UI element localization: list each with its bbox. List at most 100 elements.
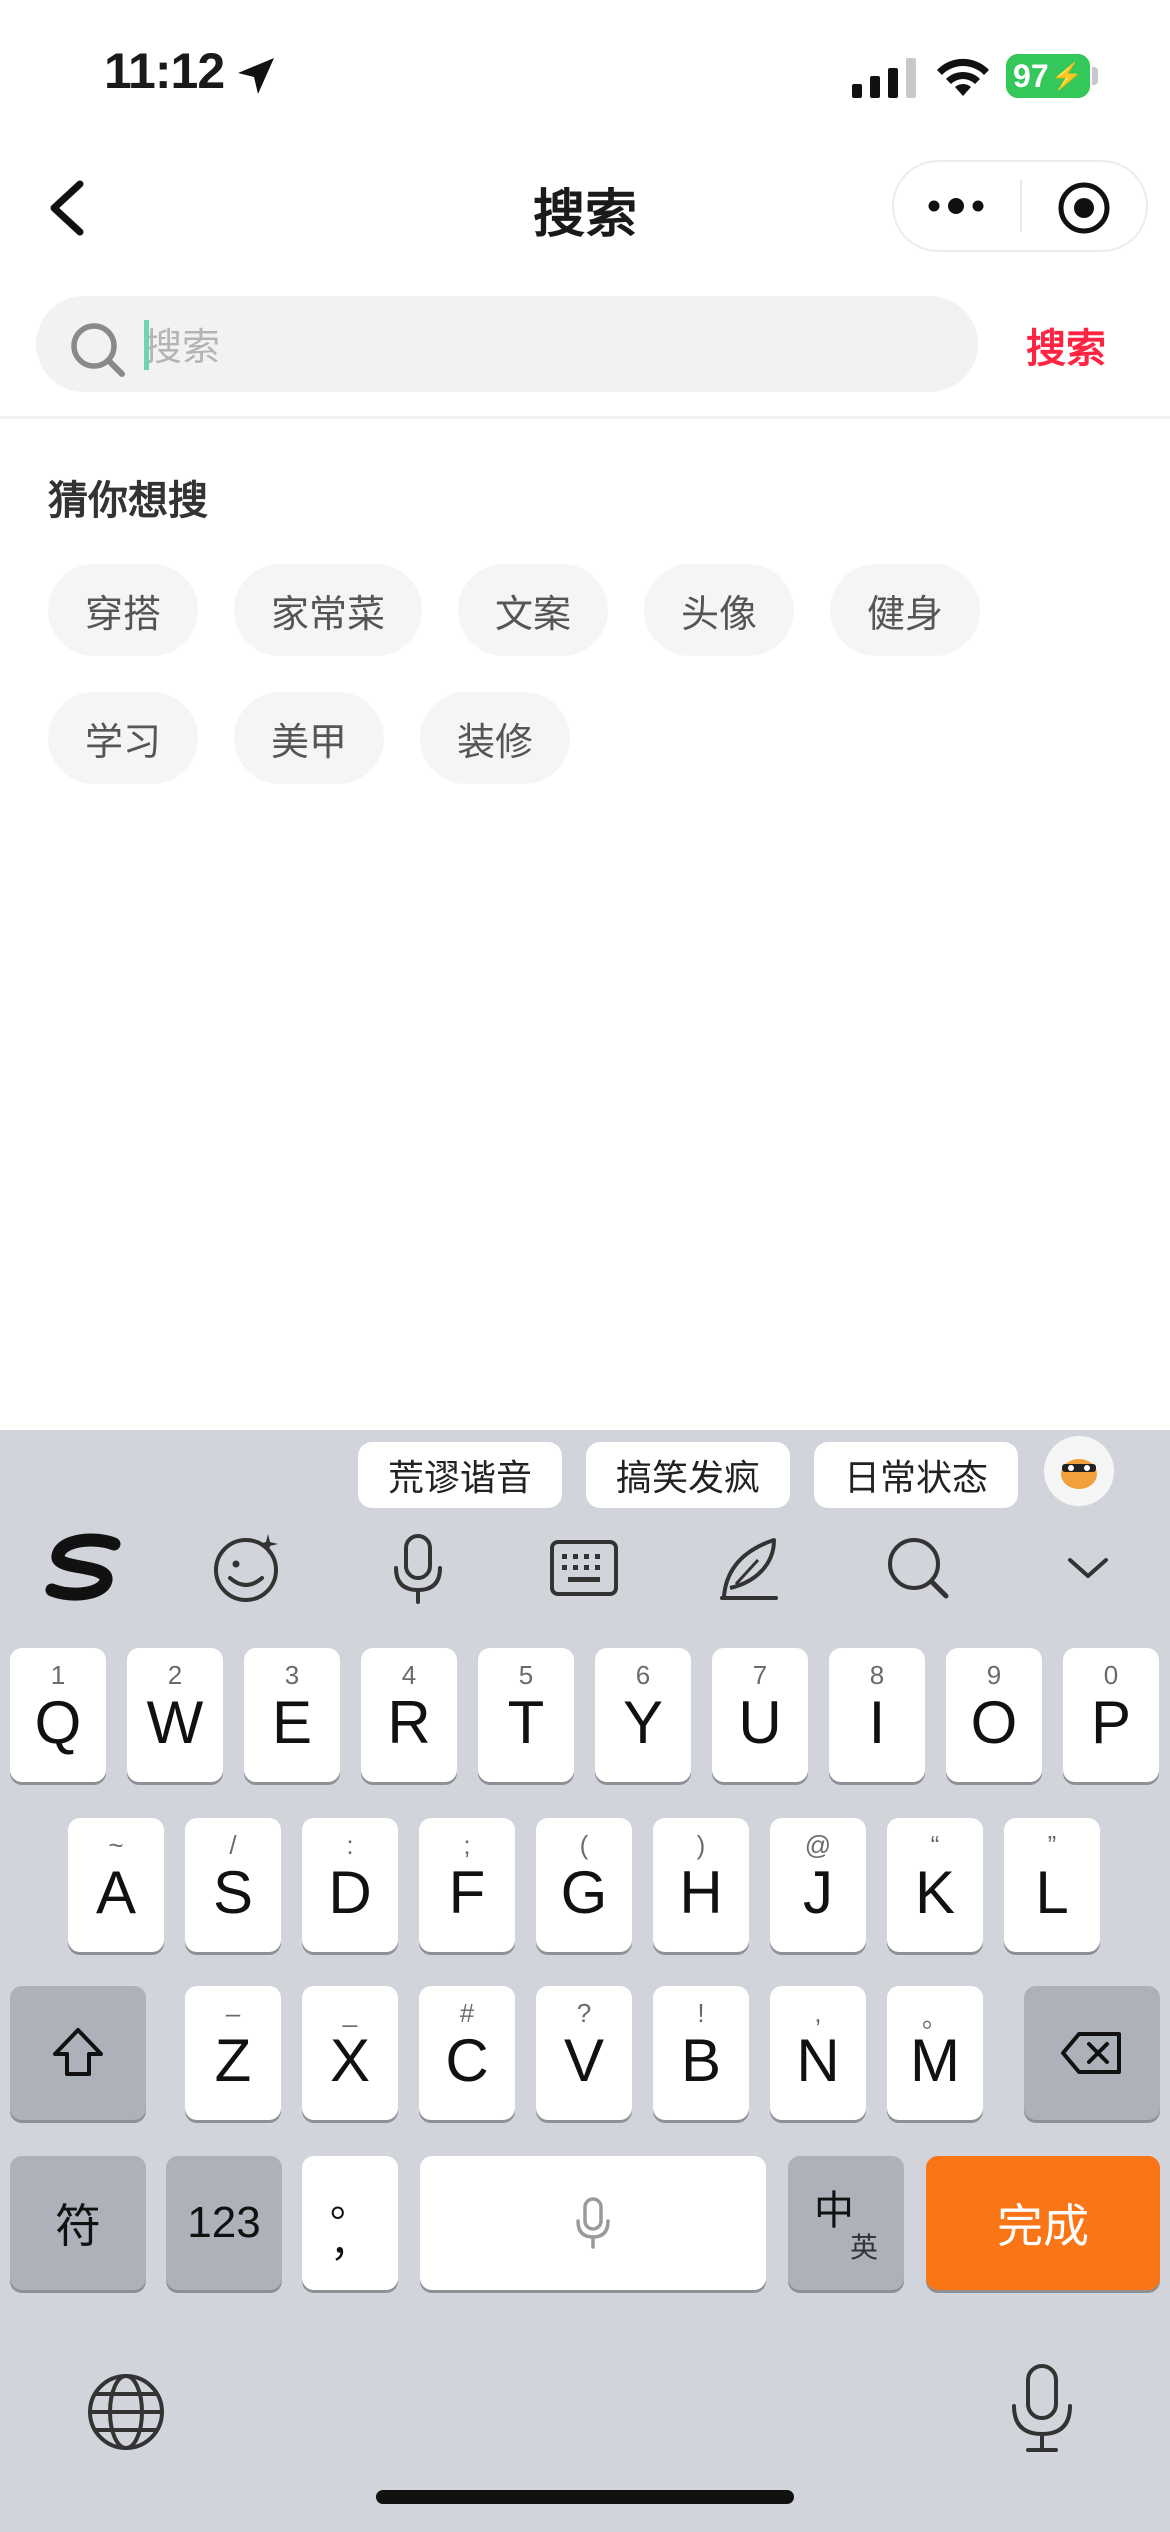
key-label: E — [271, 1688, 313, 1756]
key-p[interactable]: 0P — [1063, 1648, 1159, 1782]
number-key[interactable]: 123 — [166, 2156, 282, 2290]
key-label: H — [679, 1858, 723, 1926]
key-label: Z — [214, 2026, 252, 2094]
key-x[interactable]: _ X — [302, 1986, 398, 2120]
key-label: T — [507, 1688, 545, 1756]
key-m[interactable]: 。 M — [887, 1986, 983, 2120]
key-hint: ! — [697, 1998, 705, 2028]
key-label: B — [680, 2026, 722, 2094]
key-hint: 。 — [921, 2003, 948, 2033]
more-dots-icon[interactable] — [924, 190, 988, 222]
key-hint: 5 — [518, 1660, 534, 1690]
shift-arrow-icon — [53, 2028, 103, 2076]
suggestion-chip[interactable]: 家常菜 — [234, 564, 422, 656]
key-o[interactable]: 9O — [946, 1648, 1042, 1782]
sogou-logo-icon[interactable] — [44, 1530, 124, 1606]
key-l[interactable]: ” L — [1004, 1818, 1100, 1952]
status-time: 11:12 — [104, 43, 225, 99]
key-c[interactable]: # C — [419, 1986, 515, 2120]
key-label: C — [445, 2026, 489, 2094]
key-label: P — [1090, 1688, 1132, 1756]
punctuation-key[interactable]: 。 ， — [302, 2156, 398, 2290]
done-key[interactable]: 完成 — [926, 2156, 1160, 2290]
key-n[interactable]: ,N — [770, 1986, 866, 2120]
key-d[interactable]: :D — [302, 1818, 398, 1952]
space-mic-icon — [576, 2197, 610, 2249]
keyboard-candidate[interactable]: 搞笑发疯 — [586, 1442, 790, 1508]
key-hint: # — [459, 1998, 475, 2028]
collapse-keyboard-chevron-icon[interactable] — [1050, 1530, 1126, 1606]
key-f[interactable]: ; F — [419, 1818, 515, 1952]
shift-key[interactable] — [10, 1986, 146, 2120]
keyboard-candidate[interactable]: 荒谬谐音 — [358, 1442, 562, 1508]
backspace-icon — [1061, 2032, 1121, 2074]
key-label: S — [212, 1858, 254, 1926]
suggestion-chip[interactable]: 装修 — [420, 692, 570, 784]
text-cursor — [144, 320, 149, 370]
key-r[interactable]: 4R — [361, 1648, 457, 1782]
home-indicator[interactable] — [376, 2490, 794, 2504]
wifi-icon — [937, 58, 989, 96]
key-w[interactable]: 2W — [127, 1648, 223, 1782]
keyboard-layout-icon[interactable] — [546, 1530, 622, 1606]
key-i[interactable]: 8I — [829, 1648, 925, 1782]
suggestion-chip[interactable]: 学习 — [48, 692, 198, 784]
key-hint: 0 — [1103, 1660, 1119, 1690]
key-t[interactable]: 5T — [478, 1648, 574, 1782]
key-j[interactable]: @ J — [770, 1818, 866, 1952]
key-label: Q — [34, 1688, 82, 1756]
header-divider — [0, 416, 1170, 419]
symbol-key[interactable]: 符 — [10, 2156, 146, 2290]
emoji-icon[interactable] — [210, 1530, 286, 1606]
search-input[interactable] — [144, 314, 944, 380]
battery-level: 97 — [1013, 57, 1049, 94]
dictation-mic-icon[interactable] — [1004, 2362, 1080, 2454]
key-hint: 7 — [752, 1660, 768, 1690]
key-z[interactable]: – Z — [185, 1986, 281, 2120]
key-label: K — [914, 1858, 956, 1926]
key-label: W — [146, 1688, 204, 1756]
globe-icon[interactable] — [84, 2370, 168, 2454]
language-switch-key[interactable]: 中 英 — [788, 2156, 904, 2290]
key-hint: ; — [463, 1830, 471, 1860]
key-label: G — [560, 1858, 608, 1926]
key-hint: , — [814, 1998, 822, 2028]
key-h[interactable]: ) H — [653, 1818, 749, 1952]
key-q[interactable]: 1Q — [10, 1648, 106, 1782]
key-hint: “ — [930, 1830, 940, 1860]
key-g[interactable]: (G — [536, 1818, 632, 1952]
keyboard-search-icon[interactable] — [880, 1530, 956, 1606]
key-label: Y — [622, 1688, 664, 1756]
key-k[interactable]: “K — [887, 1818, 983, 1952]
location-arrow-icon — [238, 58, 274, 94]
search-button[interactable]: 搜索 — [1026, 316, 1106, 374]
search-icon — [71, 323, 125, 377]
suggestion-chip[interactable]: 头像 — [644, 564, 794, 656]
key-hint: 3 — [284, 1660, 300, 1690]
key-s[interactable]: / S — [185, 1818, 281, 1952]
voice-input-icon[interactable] — [380, 1530, 456, 1606]
punct-period: 。 — [330, 2180, 370, 2226]
close-miniprogram-icon[interactable] — [1056, 180, 1112, 236]
space-key[interactable] — [420, 2156, 766, 2290]
suggestion-chip[interactable]: 穿搭 — [48, 564, 198, 656]
handwriting-icon[interactable] — [712, 1530, 788, 1606]
key-v[interactable]: ? V — [536, 1986, 632, 2120]
key-label: J — [803, 1858, 833, 1926]
suggestions-title: 猜你想搜 — [48, 478, 208, 524]
suggestion-chip[interactable]: 美甲 — [234, 692, 384, 784]
key-y[interactable]: 6Y — [595, 1648, 691, 1782]
suggestion-chip[interactable]: 健身 — [830, 564, 980, 656]
suggestion-chip[interactable]: 文案 — [458, 564, 608, 656]
key-u[interactable]: 7U — [712, 1648, 808, 1782]
mascot-avatar-icon[interactable] — [1044, 1436, 1114, 1506]
key-label: A — [95, 1858, 137, 1926]
key-e[interactable]: 3E — [244, 1648, 340, 1782]
key-b[interactable]: ! B — [653, 1986, 749, 2120]
key-hint: 1 — [50, 1660, 66, 1690]
key-hint: – — [225, 1998, 241, 2028]
key-hint: 2 — [167, 1660, 183, 1690]
delete-key[interactable] — [1024, 1986, 1160, 2120]
key-a[interactable]: ~ A — [68, 1818, 164, 1952]
keyboard-candidate[interactable]: 日常状态 — [814, 1442, 1018, 1508]
